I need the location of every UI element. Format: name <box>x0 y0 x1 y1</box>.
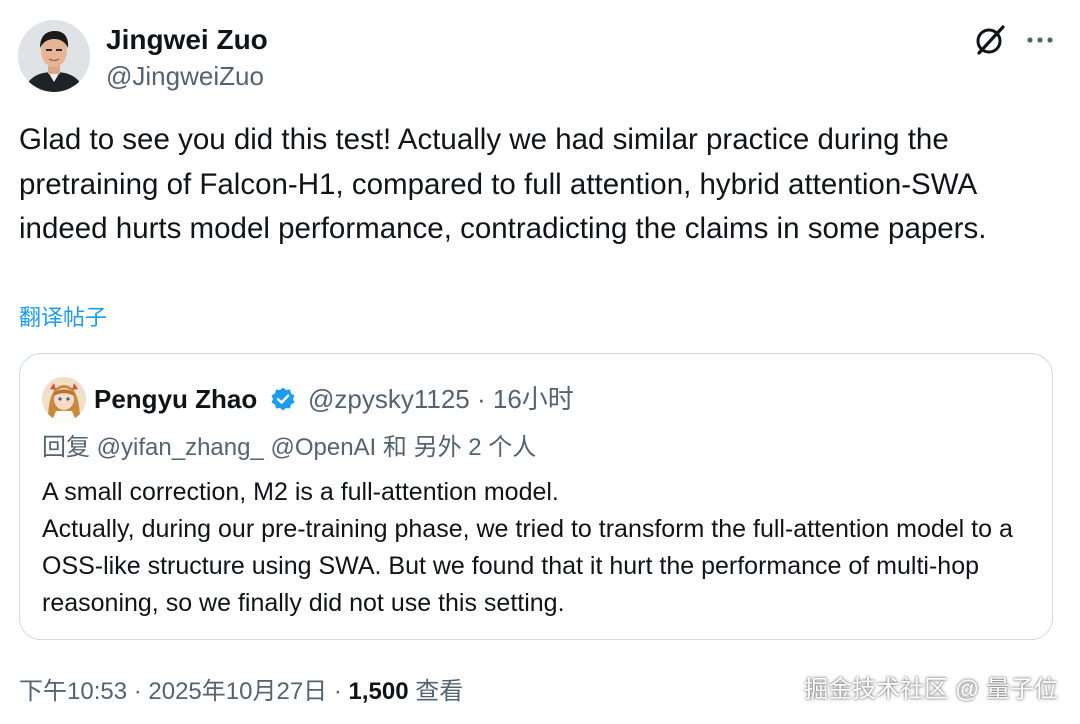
reply-to-line: 回复 @yifan_zhang_ @OpenAI 和 另外 2 个人 <box>42 434 537 461</box>
watermark: 掘金技术社区 @ 量子位 <box>804 676 1058 703</box>
quoted-handle-and-time[interactable]: @zpysky1125 · 16小时 <box>308 383 574 415</box>
author-handle[interactable]: @JingweiZuo <box>106 60 264 92</box>
quoted-author-avatar[interactable] <box>42 377 86 421</box>
views-count: 1,500 <box>348 678 409 705</box>
translate-post-link[interactable]: 翻译帖子 <box>19 303 107 333</box>
timestamp[interactable]: 下午10:53 · 2025年10月27日 · <box>19 678 349 705</box>
quoted-author-name[interactable]: Pengyu Zhao <box>94 383 257 415</box>
quoted-tweet-text: A small correction, M2 is a full-attenti… <box>42 478 1013 617</box>
tweet-footer: 下午10:53 · 2025年10月27日 · 1,500 查看 <box>19 675 463 709</box>
grok-icon[interactable] <box>972 22 1008 58</box>
verified-badge-icon <box>270 386 296 412</box>
quoted-tweet-card[interactable]: Pengyu Zhao @zpysky1125 · 16小时 回复 @yifan… <box>19 353 1053 640</box>
anime-girl-avatar-icon <box>42 377 86 421</box>
author-name[interactable]: Jingwei Zuo <box>106 24 268 56</box>
tweet-text: Glad to see you did this test! Actually … <box>19 123 987 245</box>
more-horizontal-icon[interactable] <box>1024 24 1056 56</box>
person-portrait-avatar-icon <box>18 20 90 92</box>
views-label: 查看 <box>408 678 464 705</box>
author-avatar[interactable] <box>18 20 90 92</box>
